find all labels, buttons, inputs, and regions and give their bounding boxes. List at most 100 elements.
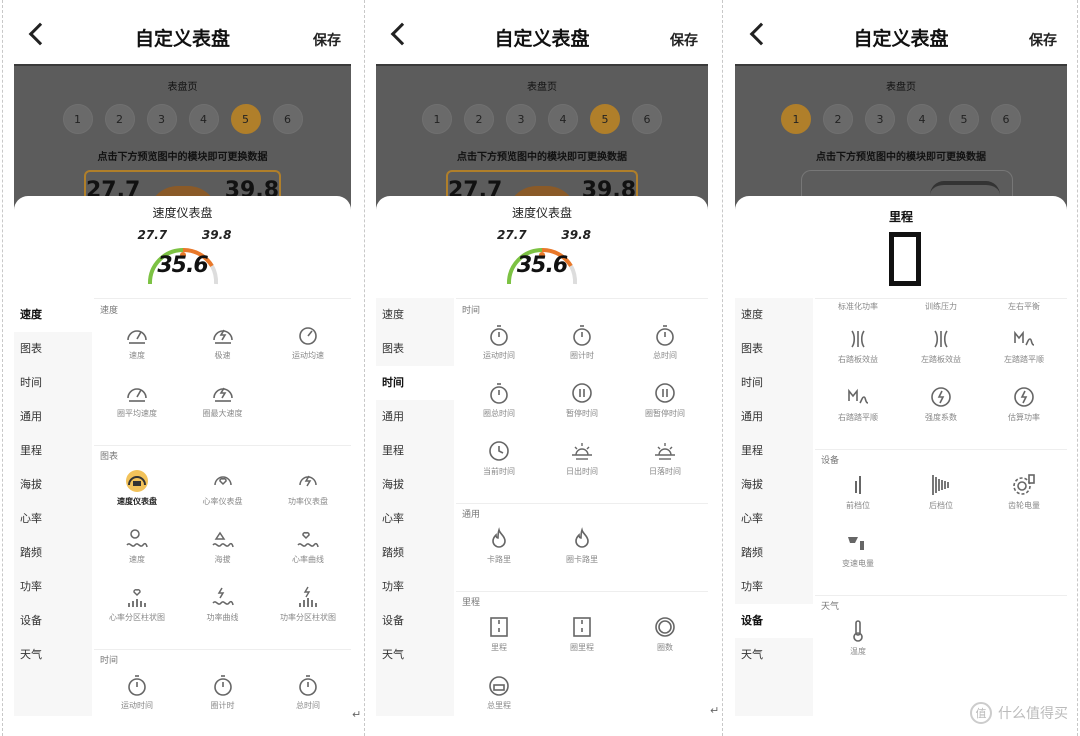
module-item[interactable]: 运动时间 [456, 323, 542, 361]
module-item[interactable]: 运动均速 [265, 323, 351, 361]
module-item[interactable]: 速度 [94, 527, 180, 565]
sidebar-item[interactable]: 天气 [14, 638, 92, 672]
module-item[interactable]: 齿轮电量 [981, 473, 1067, 511]
module-item[interactable]: 心率仪表盘 [180, 469, 266, 507]
module-item[interactable]: 估算功率 [981, 385, 1067, 423]
module-item[interactable]: 当前时间 [456, 439, 542, 477]
module-item[interactable]: 前档位 [815, 473, 901, 511]
module-item[interactable]: 速度 [94, 323, 180, 361]
module-item[interactable]: 圈最大速度 [180, 381, 266, 419]
page-button-1[interactable]: 1 [62, 104, 93, 134]
sidebar-item[interactable]: 速度 [376, 298, 454, 332]
sidebar-item[interactable]: 心率 [735, 502, 813, 536]
module-top-label: 标准化功率 [815, 301, 901, 312]
save-button[interactable]: 保存 [670, 30, 698, 50]
sidebar-item[interactable]: 天气 [376, 638, 454, 672]
sidebar-item[interactable]: 踏频 [376, 536, 454, 570]
sidebar-item[interactable]: 里程 [735, 434, 813, 468]
module-item[interactable]: 海拔 [180, 527, 266, 565]
sidebar-item[interactable]: 心率 [376, 502, 454, 536]
sidebar-item[interactable]: 设备 [376, 604, 454, 638]
page-button-4[interactable]: 4 [188, 104, 219, 134]
page-button-3[interactable]: 3 [506, 104, 536, 134]
module-item[interactable]: 速度仪表盘 [94, 469, 180, 507]
module-item[interactable]: 心率分区柱状图 [94, 585, 180, 623]
module-item[interactable]: 卡路里 [456, 527, 542, 565]
sidebar-item[interactable]: 通用 [14, 400, 92, 434]
page-button-2[interactable]: 2 [464, 104, 494, 134]
page-button-3[interactable]: 3 [146, 104, 177, 134]
sidebar-item[interactable]: 图表 [376, 332, 454, 366]
module-item[interactable]: 运动时间 [94, 673, 180, 711]
sidebar-item[interactable]: 设备 [735, 604, 813, 638]
sidebar-item[interactable]: 速度 [14, 298, 92, 332]
page-button-6[interactable]: 6 [272, 104, 303, 134]
sidebar-item[interactable]: 海拔 [735, 468, 813, 502]
module-item[interactable]: 总里程 [456, 673, 542, 711]
sidebar-item[interactable]: 速度 [735, 298, 813, 332]
module-item[interactable]: 温度 [815, 619, 901, 657]
sidebar-item[interactable]: 通用 [735, 400, 813, 434]
module-item[interactable]: 圈卡路里 [539, 527, 625, 565]
module-item[interactable]: 功率分区柱状图 [265, 585, 351, 623]
module-item[interactable]: 后档位 [898, 473, 984, 511]
page-button-5[interactable]: 5 [230, 104, 261, 134]
sidebar-item[interactable]: 图表 [14, 332, 92, 366]
page-button-4[interactable]: 4 [548, 104, 578, 134]
module-item[interactable]: 圈暂停时间 [622, 381, 708, 419]
page-button-1[interactable]: 1 [422, 104, 452, 134]
gauge-avg-value: 27.7 [137, 228, 168, 242]
sidebar-item[interactable]: 踏频 [14, 536, 92, 570]
page-button-5[interactable]: 5 [949, 104, 979, 134]
module-item[interactable]: 圈平均速度 [94, 381, 180, 419]
watermark: 值 什么值得买 [970, 702, 1068, 724]
module-item[interactable]: 左踏板效益 [898, 327, 984, 365]
module-item[interactable]: 右踏板效益 [815, 327, 901, 365]
page-button-1[interactable]: 1 [781, 104, 811, 134]
module-item[interactable]: 圈计时 [180, 673, 266, 711]
sidebar-item[interactable]: 心率 [14, 502, 92, 536]
module-item[interactable]: 心率曲线 [265, 527, 351, 565]
sidebar-item[interactable]: 天气 [735, 638, 813, 672]
sidebar-item[interactable]: 海拔 [14, 468, 92, 502]
page-button-2[interactable]: 2 [104, 104, 135, 134]
sidebar-item[interactable]: 设备 [14, 604, 92, 638]
page-button-6[interactable]: 6 [991, 104, 1021, 134]
module-item[interactable]: 圈数 [622, 615, 708, 653]
page-button-4[interactable]: 4 [907, 104, 937, 134]
module-item[interactable]: 极速 [180, 323, 266, 361]
module-item[interactable]: 总时间 [622, 323, 708, 361]
module-item[interactable]: 里程 [456, 615, 542, 653]
sidebar-item[interactable]: 通用 [376, 400, 454, 434]
module-item[interactable]: 变速电量 [815, 531, 901, 569]
sidebar-item[interactable]: 海拔 [376, 468, 454, 502]
module-item[interactable]: 功率仪表盘 [265, 469, 351, 507]
save-button[interactable]: 保存 [313, 30, 341, 50]
module-item[interactable]: 强度系数 [898, 385, 984, 423]
module-item[interactable]: 圈总时间 [456, 381, 542, 419]
sidebar-item[interactable]: 踏频 [735, 536, 813, 570]
sidebar-item[interactable]: 里程 [376, 434, 454, 468]
sidebar-item[interactable]: 里程 [14, 434, 92, 468]
page-button-5[interactable]: 5 [590, 104, 620, 134]
module-item[interactable]: 左踏踏平顺 [981, 327, 1067, 365]
sidebar-item[interactable]: 功率 [735, 570, 813, 604]
sidebar-item[interactable]: 功率 [14, 570, 92, 604]
module-item[interactable]: 圈计时 [539, 323, 625, 361]
sidebar-item[interactable]: 功率 [376, 570, 454, 604]
page-button-2[interactable]: 2 [823, 104, 853, 134]
sidebar-item[interactable]: 图表 [735, 332, 813, 366]
save-button[interactable]: 保存 [1029, 30, 1057, 50]
page-button-3[interactable]: 3 [865, 104, 895, 134]
module-item[interactable]: 暂停时间 [539, 381, 625, 419]
module-item[interactable]: 日出时间 [539, 439, 625, 477]
page-button-6[interactable]: 6 [632, 104, 662, 134]
module-item[interactable]: 右踏踏平顺 [815, 385, 901, 423]
module-item[interactable]: 总时间 [265, 673, 351, 711]
module-item[interactable]: 日落时间 [622, 439, 708, 477]
sidebar-item[interactable]: 时间 [376, 366, 454, 400]
sidebar-item[interactable]: 时间 [735, 366, 813, 400]
module-item[interactable]: 功率曲线 [180, 585, 266, 623]
module-item[interactable]: 圈里程 [539, 615, 625, 653]
sidebar-item[interactable]: 时间 [14, 366, 92, 400]
